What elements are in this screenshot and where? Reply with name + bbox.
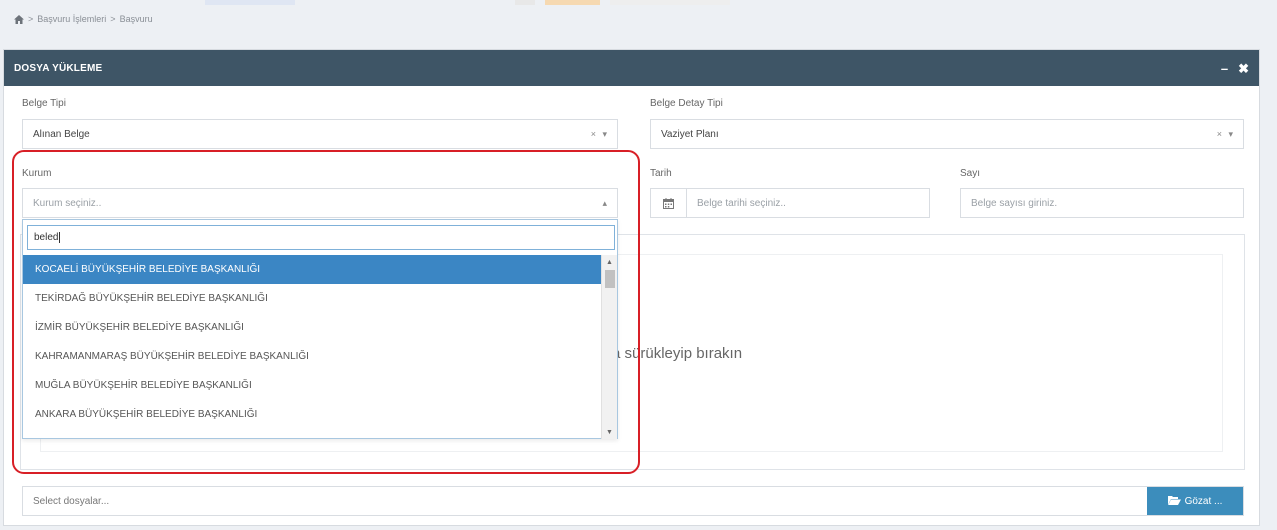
- belge-tipi-select[interactable]: Alınan Belge × ▾: [22, 119, 618, 149]
- panel-tools: – ✖: [1221, 62, 1249, 75]
- tarih-field[interactable]: Belge tarihi seçiniz..: [650, 188, 930, 218]
- minimize-button[interactable]: –: [1221, 62, 1228, 75]
- kurum-dropdown: beled KOCAELİ BÜYÜKŞEHİR BELEDİYE BAŞKAN…: [22, 219, 618, 439]
- belge-detay-tipi-label: Belge Detay Tipi: [650, 98, 723, 109]
- panel-title: DOSYA YÜKLEME: [14, 62, 103, 74]
- breadcrumb-item-basvuru-islemleri[interactable]: Başvuru İşlemleri: [37, 14, 106, 24]
- top-tab-light: [610, 0, 730, 5]
- top-tab-gray: [515, 0, 535, 5]
- top-tab-blue: [205, 0, 295, 5]
- kurum-select[interactable]: Kurum seçiniz.. ▴: [22, 188, 618, 218]
- text-caret: [59, 232, 61, 243]
- browse-label: Gözat ...: [1184, 495, 1223, 507]
- belge-detay-tipi-select[interactable]: Vaziyet Planı × ▾: [650, 119, 1244, 149]
- kurum-search-input[interactable]: beled: [27, 225, 615, 250]
- scrollbar-thumb[interactable]: [605, 270, 615, 288]
- clear-dropdown-icon[interactable]: × ▾: [1217, 129, 1235, 140]
- dropzone-text: a sürükleyip bırakın: [612, 345, 743, 362]
- dropdown-option-kocaeli[interactable]: KOCAELİ BÜYÜKŞEHİR BELEDİYE BAŞKANLIĞI: [23, 255, 603, 284]
- kurum-search-value: beled: [34, 232, 59, 243]
- top-tab-orange: [545, 0, 600, 5]
- sayi-input[interactable]: Belge sayısı giriniz.: [960, 188, 1244, 218]
- breadcrumb: > Başvuru İşlemleri > Başvuru: [14, 14, 153, 24]
- home-icon[interactable]: [14, 14, 24, 24]
- panel-header: DOSYA YÜKLEME – ✖: [4, 50, 1259, 86]
- file-input[interactable]: Select dosyalar...: [23, 496, 1147, 507]
- sayi-placeholder: Belge sayısı giriniz.: [971, 197, 1058, 209]
- dropdown-option-mugla[interactable]: MUĞLA BÜYÜKŞEHİR BELEDİYE BAŞKANLIĞI: [23, 371, 603, 400]
- dropdown-option-tekirdag[interactable]: TEKİRDAĞ BÜYÜKŞEHİR BELEDİYE BAŞKANLIĞI: [23, 284, 603, 313]
- folder-open-icon: [1167, 495, 1181, 508]
- kurum-placeholder: Kurum seçiniz..: [33, 197, 102, 209]
- kurum-label: Kurum: [22, 168, 52, 179]
- kurum-options-list: KOCAELİ BÜYÜKŞEHİR BELEDİYE BAŞKANLIĞI T…: [23, 255, 603, 439]
- scroll-up-icon[interactable]: ▲: [602, 255, 617, 269]
- breadcrumb-separator: >: [110, 14, 116, 24]
- clear-dropdown-icon[interactable]: × ▾: [591, 129, 609, 140]
- top-tabs-strip: [0, 0, 1277, 6]
- dropdown-option-ankara[interactable]: ANKARA BÜYÜKŞEHİR BELEDİYE BAŞKANLIĞI: [23, 400, 603, 429]
- chevron-up-icon[interactable]: ▴: [602, 198, 609, 209]
- belge-detay-tipi-value: Vaziyet Planı: [661, 128, 719, 140]
- tarih-placeholder: Belge tarihi seçiniz..: [697, 197, 786, 209]
- belge-tipi-label: Belge Tipi: [22, 98, 66, 109]
- browse-button[interactable]: Gözat ...: [1147, 487, 1243, 515]
- dropdown-scrollbar[interactable]: ▲ ▼: [601, 255, 617, 439]
- belge-tipi-value: Alınan Belge: [33, 128, 90, 140]
- dropdown-option-kahramanmaras[interactable]: KAHRAMANMARAŞ BÜYÜKŞEHİR BELEDİYE BAŞKAN…: [23, 342, 603, 371]
- breadcrumb-separator: >: [28, 14, 34, 24]
- calendar-icon[interactable]: [651, 189, 687, 217]
- sayi-label: Sayı: [960, 168, 981, 179]
- tarih-label: Tarih: [650, 168, 672, 179]
- close-button[interactable]: ✖: [1238, 62, 1249, 75]
- dropdown-option-izmir[interactable]: İZMİR BÜYÜKŞEHİR BELEDİYE BAŞKANLIĞI: [23, 313, 603, 342]
- file-input-row: Select dosyalar... Gözat ...: [22, 486, 1244, 516]
- scroll-down-icon[interactable]: ▼: [602, 425, 617, 439]
- breadcrumb-item-basvuru[interactable]: Başvuru: [120, 14, 153, 24]
